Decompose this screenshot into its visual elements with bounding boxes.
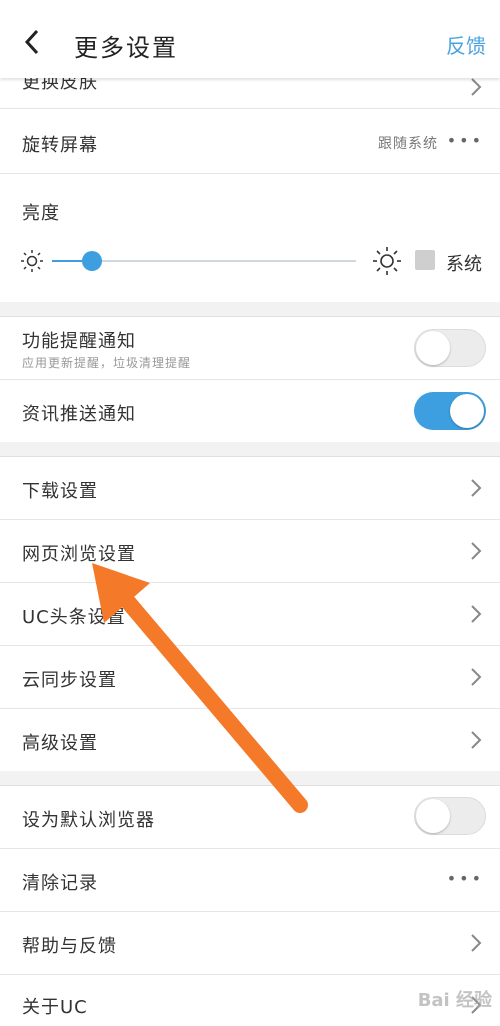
feature-notify-toggle[interactable] [414, 329, 486, 367]
uc-headlines-settings-label: UC头条设置 [22, 607, 126, 628]
clear-history-row[interactable]: 清除记录 ••• [0, 849, 500, 912]
default-browser-label: 设为默认浏览器 [22, 810, 155, 831]
cloud-sync-settings-label: 云同步设置 [22, 670, 117, 691]
chevron-right-icon [471, 731, 482, 749]
advanced-settings-row[interactable]: 高级设置 [0, 709, 500, 772]
brightness-label: 亮度 [22, 203, 60, 224]
more-dots-icon[interactable]: ••• [447, 869, 484, 888]
about-uc-label: 关于UC [22, 997, 88, 1018]
system-brightness-label: 系统 [446, 254, 482, 275]
toggle-knob [416, 331, 450, 365]
advanced-settings-label: 高级设置 [22, 733, 98, 754]
news-push-row[interactable]: 资讯推送通知 [0, 380, 500, 443]
clear-history-label: 清除记录 [22, 873, 98, 894]
back-arrow-icon[interactable] [22, 28, 42, 56]
rotate-screen-row[interactable]: 旋转屏幕 跟随系统 ••• [0, 109, 500, 174]
news-push-toggle[interactable] [414, 392, 486, 430]
brightness-row: 亮度 [0, 174, 500, 302]
sun-small-icon [21, 250, 43, 272]
feature-notify-row[interactable]: 功能提醒通知 应用更新提醒，垃圾清理提醒 [0, 317, 500, 380]
help-feedback-label: 帮助与反馈 [22, 936, 117, 957]
brightness-slider[interactable] [52, 251, 356, 271]
download-settings-row[interactable]: 下载设置 [0, 457, 500, 520]
chevron-right-icon [471, 542, 482, 560]
default-browser-row[interactable]: 设为默认浏览器 [0, 786, 500, 849]
system-brightness-checkbox[interactable] [415, 250, 435, 270]
web-browsing-settings-label: 网页浏览设置 [22, 544, 136, 565]
web-browsing-settings-row[interactable]: 网页浏览设置 [0, 520, 500, 583]
chevron-right-icon [471, 78, 482, 96]
watermark: Bai 经验 [417, 990, 492, 1011]
toggle-knob [416, 799, 450, 833]
feature-notify-label: 功能提醒通知 [22, 331, 136, 352]
section-divider [0, 302, 500, 317]
uc-headlines-settings-row[interactable]: UC头条设置 [0, 583, 500, 646]
download-settings-label: 下载设置 [22, 481, 98, 502]
feedback-link[interactable]: 反馈 [446, 30, 486, 59]
sun-large-icon [373, 247, 401, 275]
chevron-right-icon [471, 668, 482, 686]
toggle-knob [450, 394, 484, 428]
chevron-right-icon [471, 605, 482, 623]
chevron-right-icon [471, 934, 482, 952]
section-divider [0, 442, 500, 457]
cloud-sync-settings-row[interactable]: 云同步设置 [0, 646, 500, 709]
feature-notify-sublabel: 应用更新提醒，垃圾清理提醒 [22, 356, 192, 370]
chevron-right-icon [471, 479, 482, 497]
page-title: 更多设置 [74, 34, 178, 62]
default-browser-toggle[interactable] [414, 797, 486, 835]
help-feedback-row[interactable]: 帮助与反馈 [0, 912, 500, 975]
brightness-slider-thumb[interactable] [81, 251, 102, 271]
rotate-screen-value: 跟随系统 [378, 136, 438, 152]
news-push-label: 资讯推送通知 [22, 404, 136, 425]
more-dots-icon[interactable]: ••• [447, 131, 484, 150]
top-bar: 更多设置 反馈 [0, 0, 500, 78]
section-divider [0, 771, 500, 786]
rotate-screen-label: 旋转屏幕 [22, 135, 98, 156]
